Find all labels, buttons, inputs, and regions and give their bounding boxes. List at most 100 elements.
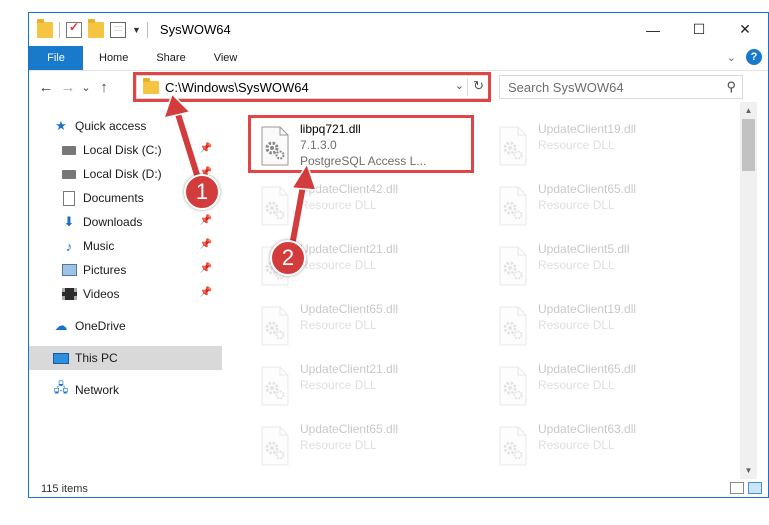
folder-icon[interactable] bbox=[37, 18, 53, 38]
properties-check-icon[interactable] bbox=[66, 20, 82, 38]
sidebar-item-pictures[interactable]: Pictures 📌 bbox=[29, 258, 222, 282]
toolbar-divider bbox=[146, 21, 148, 38]
recent-locations-chevron-icon[interactable]: ⌄ bbox=[79, 76, 93, 98]
details-view-icon[interactable] bbox=[730, 482, 744, 494]
pin-icon[interactable]: 📌 bbox=[200, 215, 212, 226]
new-folder-icon[interactable] bbox=[88, 18, 104, 38]
sidebar-item-downloads[interactable]: ⬇ Downloads 📌 bbox=[29, 210, 222, 234]
file-tile[interactable]: UpdateClient65.dll Resource DLL bbox=[252, 300, 488, 360]
pin-icon[interactable]: 📌 bbox=[200, 143, 212, 154]
ribbon-right-controls: ⌄ ? bbox=[727, 49, 762, 65]
back-button[interactable]: ← bbox=[35, 76, 57, 98]
tab-share[interactable]: Share bbox=[142, 46, 199, 70]
file-tile[interactable]: UpdateClient19.dll Resource DLL bbox=[490, 300, 726, 360]
file-tile[interactable]: UpdateClient21.dll Resource DLL bbox=[252, 360, 488, 420]
dll-file-icon bbox=[260, 426, 290, 466]
pin-icon[interactable]: 📌 bbox=[200, 287, 212, 298]
sidebar-item-this-pc[interactable]: This PC bbox=[29, 346, 222, 370]
file-description: Resource DLL bbox=[538, 198, 615, 212]
sidebar-item-local-disk-c[interactable]: Local Disk (C:) 📌 bbox=[29, 138, 222, 162]
sidebar-item-label: Network bbox=[75, 383, 120, 397]
file-tile[interactable]: UpdateClient65.dll Resource DLL bbox=[252, 420, 488, 479]
sidebar-item-label: This PC bbox=[75, 351, 118, 365]
dll-file-icon bbox=[498, 366, 528, 406]
tab-view[interactable]: View bbox=[200, 46, 252, 70]
sidebar-item-label: Pictures bbox=[83, 263, 127, 277]
expand-ribbon-chevron-icon[interactable]: ⌄ bbox=[727, 51, 736, 64]
search-icon[interactable]: ⚲ bbox=[726, 79, 736, 95]
sidebar-item-label: Local Disk (C:) bbox=[83, 143, 162, 157]
sidebar-item-network[interactable]: 🖧 Network bbox=[29, 378, 222, 402]
toolbar-divider bbox=[59, 21, 60, 38]
tiles-view-icon[interactable] bbox=[748, 482, 762, 494]
search-input[interactable]: Search SysWOW64 bbox=[508, 80, 624, 95]
file-name: libpq721.dll bbox=[300, 122, 361, 136]
customize-toolbar-dropdown[interactable]: ▼ bbox=[132, 25, 141, 35]
dll-file-icon bbox=[498, 246, 528, 286]
status-bar: 115 items bbox=[29, 479, 768, 499]
forward-button[interactable]: → bbox=[57, 76, 79, 98]
dll-file-icon bbox=[498, 426, 528, 466]
step-2-callout: 2 bbox=[270, 240, 306, 276]
dll-file-icon bbox=[498, 126, 528, 166]
pin-icon[interactable]: 📌 bbox=[200, 239, 212, 250]
download-icon: ⬇ bbox=[63, 214, 75, 229]
file-version: 7.1.3.0 bbox=[300, 138, 337, 152]
file-name: UpdateClient19.dll bbox=[538, 302, 637, 316]
file-tile[interactable]: UpdateClient63.dll Resource DLL bbox=[490, 420, 726, 479]
close-button[interactable]: ✕ bbox=[722, 13, 768, 46]
file-name: UpdateClient42.dll bbox=[300, 182, 399, 196]
sidebar-item-onedrive[interactable]: ☁ OneDrive bbox=[29, 314, 222, 338]
drive-icon bbox=[61, 142, 77, 158]
file-tile[interactable]: UpdateClient5.dll Resource DLL bbox=[490, 240, 726, 300]
file-name: UpdateClient21.dll bbox=[300, 362, 399, 376]
sidebar-item-videos[interactable]: Videos 📌 bbox=[29, 282, 222, 306]
file-tile[interactable]: UpdateClient19.dll Resource DLL bbox=[490, 120, 726, 180]
file-description: Resource DLL bbox=[300, 198, 377, 212]
cloud-icon: ☁ bbox=[54, 318, 68, 333]
sidebar-item-music[interactable]: ♪ Music 📌 bbox=[29, 234, 222, 258]
tab-file[interactable]: File bbox=[29, 46, 83, 70]
music-icon: ♪ bbox=[65, 238, 73, 254]
scroll-down-arrow-icon[interactable]: ▼ bbox=[740, 462, 757, 479]
file-tile[interactable]: UpdateClient65.dll Resource DLL bbox=[490, 360, 726, 420]
file-name: UpdateClient65.dll bbox=[538, 362, 637, 376]
file-tile[interactable]: libpq721.dll 7.1.3.0 PostgreSQL Access L..… bbox=[252, 120, 488, 180]
pin-icon[interactable]: 📌 bbox=[200, 263, 212, 274]
file-description: Resource DLL bbox=[300, 258, 377, 272]
search-box[interactable]: Search SysWOW64 ⚲ bbox=[499, 75, 743, 99]
title-bar: ▼ SysWOW64 — ☐ ✕ bbox=[29, 13, 768, 46]
scroll-thumb[interactable] bbox=[742, 119, 755, 171]
up-button[interactable]: ↑ bbox=[93, 76, 115, 98]
dll-file-icon bbox=[260, 186, 290, 226]
file-description: Resource DLL bbox=[300, 438, 377, 452]
file-tile[interactable]: UpdateClient42.dll Resource DLL bbox=[252, 180, 488, 240]
dll-file-icon bbox=[260, 306, 290, 346]
file-tile[interactable]: UpdateClient65.dll Resource DLL bbox=[490, 180, 726, 240]
network-icon: 🖧 bbox=[53, 380, 69, 395]
file-description: Resource DLL bbox=[538, 258, 615, 272]
properties-icon[interactable] bbox=[110, 21, 126, 38]
sidebar-item-label: Music bbox=[83, 239, 115, 253]
maximize-button[interactable]: ☐ bbox=[676, 13, 722, 46]
file-description: Resource DLL bbox=[538, 138, 615, 152]
tab-home[interactable]: Home bbox=[83, 46, 142, 70]
file-name: UpdateClient19.dll bbox=[538, 122, 637, 136]
file-description: PostgreSQL Access L... bbox=[300, 154, 427, 168]
sidebar-item-quick-access[interactable]: ★ Quick access bbox=[29, 114, 222, 138]
computer-icon bbox=[53, 350, 69, 366]
sidebar-item-label: Local Disk (D:) bbox=[83, 167, 162, 181]
navigation-pane: ★ Quick access Local Disk (C:) 📌 Local D… bbox=[29, 114, 222, 479]
dll-file-icon bbox=[260, 366, 290, 406]
help-icon[interactable]: ? bbox=[746, 49, 762, 65]
file-name: UpdateClient65.dll bbox=[538, 182, 637, 196]
star-icon: ★ bbox=[55, 118, 67, 133]
window-title: SysWOW64 bbox=[159, 22, 231, 37]
scroll-up-arrow-icon[interactable]: ▲ bbox=[740, 102, 757, 119]
file-description: Resource DLL bbox=[300, 318, 377, 332]
minimize-button[interactable]: — bbox=[630, 13, 676, 46]
vertical-scrollbar[interactable]: ▲ ▼ bbox=[740, 102, 757, 479]
file-name: UpdateClient65.dll bbox=[300, 302, 399, 316]
file-description: Resource DLL bbox=[300, 378, 377, 392]
file-name: UpdateClient21.dll bbox=[300, 242, 399, 256]
